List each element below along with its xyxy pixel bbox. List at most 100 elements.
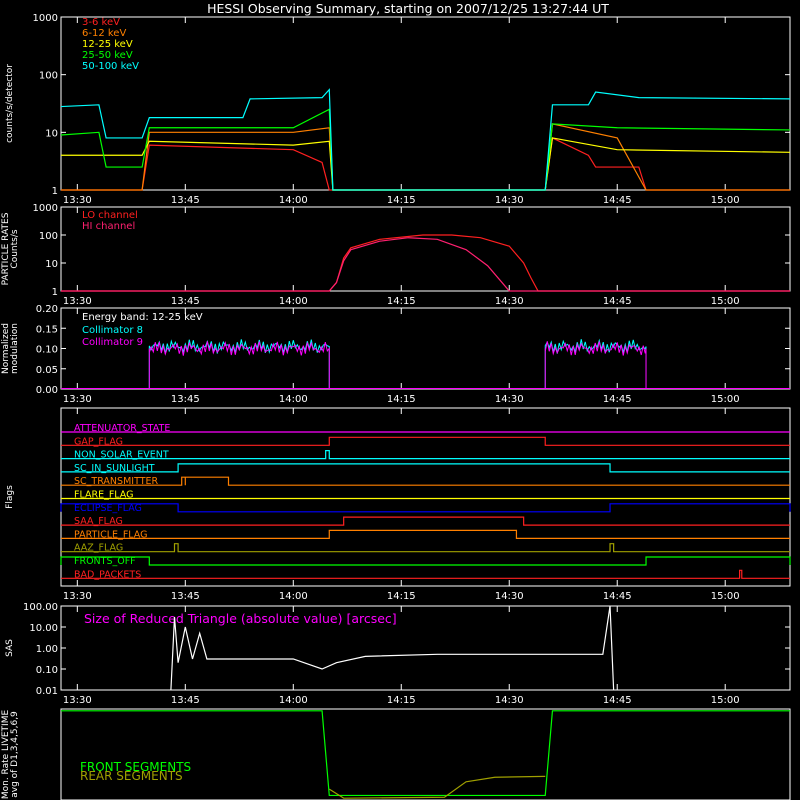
- annotation: Size of Reduced Triangle (absolute value…: [84, 611, 397, 626]
- flag-line: [61, 463, 790, 473]
- legend-entry: 3-6 keV: [82, 17, 120, 28]
- x-tick-label: 13:45: [171, 296, 200, 307]
- panel-counts: 1 10 100 1000 13:30 13:45 14:00 14:15 14:30 14:45…: [5, 13, 791, 206]
- y-tick-label: 10: [45, 128, 58, 139]
- flag-label: GAP_FLAG: [74, 436, 123, 447]
- flag-line: [61, 529, 790, 540]
- y-tick-label: 0.05: [36, 365, 58, 376]
- y-axis-label: avg of D1,3,4,5,6,9: [10, 711, 20, 798]
- series-line: [61, 237, 790, 292]
- x-tick-label: 13:30: [63, 195, 92, 206]
- annotation: Energy band: 12-25 keV: [82, 312, 203, 323]
- legend-entry: Collimator 9: [82, 337, 143, 348]
- flag-label: FLARE_FLAG: [74, 490, 134, 501]
- y-tick-label: 0.10: [36, 345, 58, 356]
- legend-entry: Collimator 8: [82, 325, 143, 336]
- flag-line: [60, 556, 791, 566]
- x-tick-label: 15:00: [711, 195, 740, 206]
- series-line: [61, 123, 790, 191]
- y-tick-label: 1.00: [36, 644, 58, 655]
- panel-livetime: Mon. Rate LIVETIME avg of D1,3,4,5,6,9 FRO…: [1, 708, 791, 800]
- flag-line: [61, 450, 790, 460]
- y-tick-label: 1000: [33, 203, 58, 214]
- x-tick-label: 14:30: [495, 296, 524, 307]
- flag-label: FRONTS_OFF: [74, 556, 136, 567]
- legend-entry: 25-50 keV: [82, 50, 133, 61]
- flag-line: [61, 569, 790, 579]
- y-tick-label: 100: [39, 71, 58, 82]
- y-axis-label: SAS: [5, 639, 15, 657]
- x-tick-label: 13:30: [63, 394, 92, 405]
- panel-sas: 0.01 0.10 1.00 10.00 100.00 13:30 13:45 14:00 14…: [5, 602, 791, 706]
- flag-line: [61, 543, 790, 553]
- flag-line: [61, 516, 790, 526]
- panel-modulation: 0.00 0.05 0.10 0.15 0.20 13:30 13:45 14:00 14:15…: [1, 304, 791, 405]
- x-tick-label: 14:00: [279, 296, 308, 307]
- panel-frame: [60, 206, 791, 292]
- x-tick-label: 15:00: [711, 296, 740, 307]
- chart-title: HESSI Observing Summary, starting on 200…: [207, 1, 609, 16]
- x-tick-label: 14:45: [603, 695, 632, 706]
- panel-particle: 1 10 100 1000 13:30 13:45 14:00 14:15 14:30 14:45…: [1, 203, 791, 307]
- x-tick-label: 14:15: [387, 195, 416, 206]
- x-tick-label: 15:00: [711, 394, 740, 405]
- flag-label: SC_IN_SUNLIGHT: [74, 463, 155, 474]
- y-tick-label: 1: [52, 287, 58, 298]
- y-tick-label: 0.00: [36, 385, 58, 396]
- x-tick-label: 13:30: [63, 695, 92, 706]
- x-tick-label: 13:30: [63, 591, 92, 602]
- y-tick-label: 10.00: [29, 623, 58, 634]
- x-tick-label: 13:45: [171, 195, 200, 206]
- panel-frame: [60, 16, 791, 191]
- x-tick-label: 14:30: [495, 195, 524, 206]
- x-tick-label: 14:30: [495, 394, 524, 405]
- flag-line: [61, 476, 790, 486]
- y-tick-label: 0.20: [36, 304, 58, 315]
- flag-label: NON_SOLAR_EVENT: [74, 450, 169, 461]
- panel-frame: [60, 407, 791, 587]
- legend-entry: 12-25 keV: [82, 39, 133, 50]
- x-tick-label: 14:15: [387, 591, 416, 602]
- y-tick-label: 100.00: [23, 602, 58, 613]
- series-line: [60, 108, 791, 191]
- legend-entry: LO channel: [82, 210, 138, 221]
- series-line: [60, 88, 791, 191]
- x-tick-label: 14:00: [279, 591, 308, 602]
- flag-line: [60, 503, 791, 513]
- x-tick-label: 14:45: [603, 591, 632, 602]
- x-tick-label: 14:00: [279, 195, 308, 206]
- panel-frame: [60, 708, 791, 800]
- x-tick-label: 14:45: [603, 195, 632, 206]
- x-tick-label: 15:00: [711, 695, 740, 706]
- flag-label: AAZ_FLAG: [74, 543, 123, 554]
- flag-label: ECLIPSE_FLAG: [74, 503, 142, 514]
- flag-label: SC_TRANSMITTER: [74, 476, 159, 487]
- hessi-observing-summary: HESSI Observing Summary, starting on 200…: [1, 1, 791, 800]
- series-line: [61, 137, 790, 191]
- x-tick-label: 13:30: [63, 296, 92, 307]
- y-axis-label: counts/s/detector: [5, 64, 15, 143]
- x-tick-label: 14:00: [279, 695, 308, 706]
- legend-entry: 6-12 keV: [82, 28, 126, 39]
- x-tick-label: 14:15: [387, 296, 416, 307]
- x-tick-label: 14:15: [387, 394, 416, 405]
- y-axis-label: Flags: [5, 485, 15, 509]
- y-tick-label: 1: [52, 186, 58, 197]
- legend-entry: REAR SEGMENTS: [80, 769, 183, 783]
- x-tick-label: 13:45: [171, 591, 200, 602]
- y-tick-label: 0.15: [36, 324, 58, 335]
- flag-label: SAA_FLAG: [74, 516, 123, 527]
- y-tick-label: 1000: [33, 13, 58, 24]
- y-axis-label: modulation: [10, 323, 20, 374]
- flag-label: BAD_PACKETS: [74, 569, 141, 580]
- x-tick-label: 14:45: [603, 296, 632, 307]
- y-tick-label: 100: [39, 231, 58, 242]
- legend-entry: 50-100 keV: [82, 61, 139, 72]
- y-axis-label: Counts/s: [10, 229, 20, 268]
- legend-entry: HI channel: [82, 221, 135, 232]
- x-tick-label: 14:15: [387, 695, 416, 706]
- x-tick-label: 15:00: [711, 591, 740, 602]
- flag-line: [61, 436, 790, 446]
- x-tick-label: 14:00: [279, 394, 308, 405]
- x-tick-label: 13:45: [171, 695, 200, 706]
